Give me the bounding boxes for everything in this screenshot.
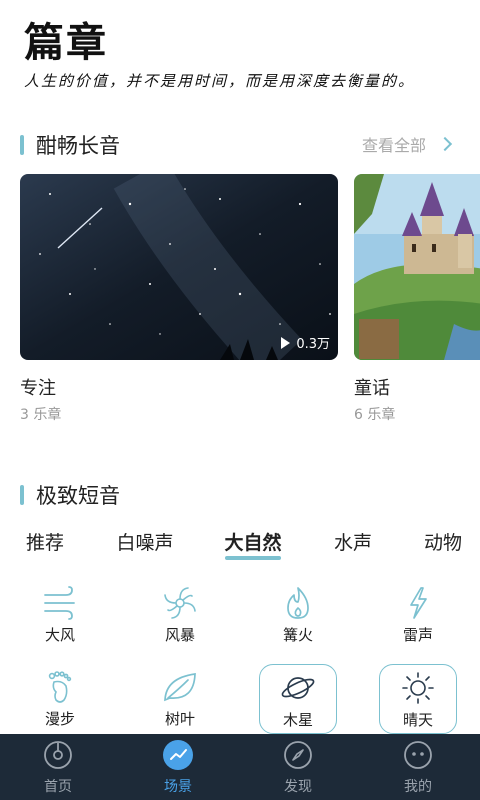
album-card-focus[interactable]: 0.3万 专注 3 乐章 [20,174,338,424]
sound-sunny[interactable]: 晴天 [379,664,457,734]
long-section-title: 酣畅长音 [36,134,120,158]
home-disc-icon [43,740,73,770]
short-section-header: 极致短音 [20,482,120,508]
chevron-right-icon [437,136,453,152]
sound-label: 晴天 [402,711,433,729]
see-all-link[interactable]: 查看全部 [361,132,453,156]
album-title: 童话 [354,378,390,399]
page-motto: 人生的价值，并不是用时间，而是用深度去衡量的。 [24,72,416,90]
tab-nature[interactable]: 大自然 [224,528,281,555]
nav-label: 场景 [164,779,192,795]
sound-campfire[interactable]: 篝火 [259,580,337,650]
sound-leaves[interactable]: 树叶 [141,664,219,734]
nav-label: 首页 [44,779,72,795]
starry-sky-image: 0.3万 [20,174,338,360]
short-section-title: 极致短音 [36,484,120,508]
nav-scene[interactable]: 场景 [138,740,218,796]
section-accent-bar [20,485,24,505]
tab-white-noise[interactable]: 白噪声 [116,528,173,555]
sound-wind[interactable]: 大风 [21,580,99,650]
sound-label: 风暴 [164,626,195,644]
thunder-icon [410,587,427,619]
album-track-count: 6 乐章 [354,407,396,423]
fire-icon [287,587,309,619]
footprint-icon [48,671,72,703]
leaf-icon [164,673,196,702]
castle-image [354,174,480,360]
play-icon [281,336,291,349]
album-title: 专注 [20,378,56,399]
play-count-badge: 0.3万 [281,333,330,352]
album-card-fairytale[interactable]: 童话 6 乐章 [354,174,480,424]
sound-jupiter[interactable]: 木星 [259,664,337,734]
tab-animals[interactable]: 动物 [424,528,462,555]
active-tab-indicator [225,556,281,560]
category-tabs: 推荐 白噪声 大自然 水声 动物 [0,528,480,568]
compass-icon [283,740,313,770]
sound-label: 雷声 [402,626,433,644]
page-title: 篇章 [24,20,108,66]
sound-label: 篝火 [282,626,313,644]
nav-discover[interactable]: 发现 [258,740,338,796]
play-count: 0.3万 [296,337,330,352]
tab-water[interactable]: 水声 [334,528,372,555]
tab-recommend[interactable]: 推荐 [26,528,64,555]
section-accent-bar [20,135,24,155]
wind-icon [44,586,75,620]
bottom-nav: 首页 场景 发现 我的 [0,734,480,800]
sun-icon [402,672,434,704]
sound-walk[interactable]: 漫步 [21,664,99,734]
nav-label: 我的 [404,779,432,795]
sound-label: 树叶 [164,710,195,728]
sound-label: 木星 [282,711,313,729]
storm-icon [164,587,196,619]
scene-chart-icon [163,740,193,770]
sound-label: 漫步 [44,710,75,728]
long-section-header: 酣畅长音 [20,132,120,158]
see-all-label: 查看全部 [361,136,426,155]
nav-home[interactable]: 首页 [18,740,98,796]
profile-face-icon [403,740,433,770]
sound-storm[interactable]: 风暴 [141,580,219,650]
sound-label: 大风 [44,626,75,644]
nav-profile[interactable]: 我的 [378,740,458,796]
nav-label: 发现 [284,779,312,795]
sound-thunder[interactable]: 雷声 [379,580,457,650]
planet-icon [281,677,315,699]
album-track-count: 3 乐章 [20,407,62,423]
